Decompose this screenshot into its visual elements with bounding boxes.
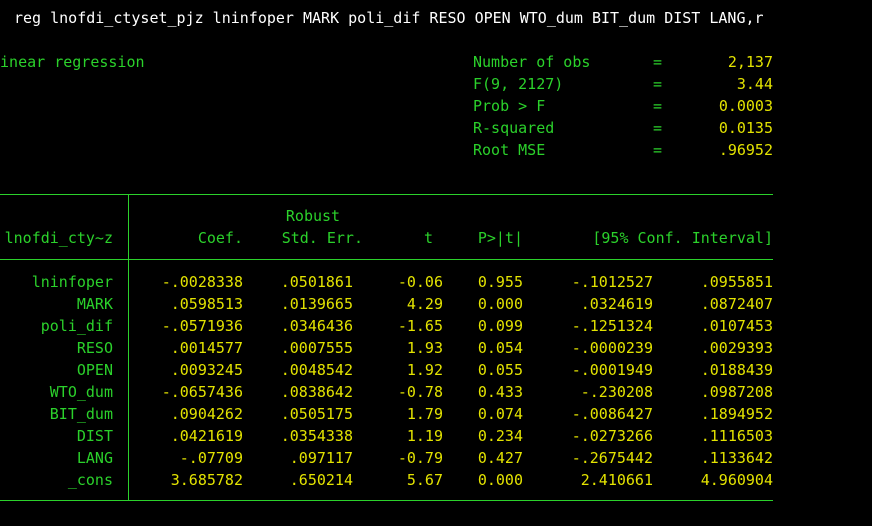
stat-eq: = [653, 97, 663, 115]
row-p: 0.234 [477, 427, 523, 445]
row-variable: RESO [76, 339, 113, 357]
row-p: 0.000 [477, 471, 523, 489]
header-robust: Robust [285, 207, 341, 225]
row-conf-high: .0029393 [700, 339, 773, 357]
stat-eq: = [653, 141, 663, 159]
row-std-err: .0139665 [280, 295, 353, 313]
row-coef: .0904262 [170, 405, 243, 423]
stat-eq: = [653, 53, 663, 71]
row-std-err: .0354338 [280, 427, 353, 445]
stat-value: 3.44 [736, 75, 773, 93]
row-conf-high: .1133642 [700, 449, 773, 467]
row-conf-high: 4.960904 [700, 471, 773, 489]
header-t: t [423, 229, 433, 247]
row-p: 0.054 [477, 339, 523, 357]
row-p: 0.433 [477, 383, 523, 401]
row-conf-low: -.0001949 [571, 361, 653, 379]
row-std-err: .097117 [289, 449, 353, 467]
row-t: 1.93 [406, 339, 443, 357]
stat-value: .96952 [718, 141, 773, 159]
row-variable: MARK [76, 295, 113, 313]
row-std-err: .0501861 [280, 273, 353, 291]
row-p: 0.055 [477, 361, 523, 379]
row-conf-low: -.1251324 [571, 317, 653, 335]
stat-label: Number of obs [473, 53, 591, 71]
regression-title: Linear regression [0, 53, 145, 71]
stat-label: F(9, 2127) [473, 75, 564, 93]
row-conf-low: -.0086427 [571, 405, 653, 423]
row-coef: .0598513 [170, 295, 243, 313]
row-conf-low: -.230208 [580, 383, 653, 401]
row-coef: -.07709 [179, 449, 243, 467]
stat-label: R-squared [473, 119, 555, 137]
row-conf-low: -.0273266 [571, 427, 653, 445]
row-coef: .0014577 [170, 339, 243, 357]
row-variable: OPEN [76, 361, 113, 379]
row-variable: poli_dif [40, 317, 113, 335]
row-t: 1.79 [406, 405, 443, 423]
stat-eq: = [653, 119, 663, 137]
row-conf-low: -.2675442 [571, 449, 653, 467]
table-bottom-rule [0, 500, 773, 501]
stat-label: Root MSE [473, 141, 546, 159]
row-t: -1.65 [397, 317, 443, 335]
row-p: 0.955 [477, 273, 523, 291]
row-conf-low: -.0000239 [571, 339, 653, 357]
row-conf-low: -.1012527 [571, 273, 653, 291]
row-conf-low: 2.410661 [580, 471, 653, 489]
row-t: 1.92 [406, 361, 443, 379]
stat-label: Prob > F [473, 97, 546, 115]
row-variable: WTO_dum [49, 383, 113, 401]
row-p: 0.074 [477, 405, 523, 423]
row-coef: .0093245 [170, 361, 243, 379]
row-conf-high: .0987208 [700, 383, 773, 401]
row-t: -0.06 [397, 273, 443, 291]
row-t: -0.79 [397, 449, 443, 467]
header-depvar: lnofdi_cty~z [4, 229, 113, 247]
stat-value: 2,137 [727, 53, 773, 71]
header-coef: Coef. [197, 229, 243, 247]
row-std-err: .0346436 [280, 317, 353, 335]
row-p: 0.427 [477, 449, 523, 467]
table-top-rule [0, 194, 773, 195]
row-t: -0.78 [397, 383, 443, 401]
row-conf-high: .0107453 [700, 317, 773, 335]
row-coef: 3.685782 [170, 471, 243, 489]
command-line: reg lnofdi_ctyset_pjz lninfoper MARK pol… [14, 9, 764, 27]
row-t: 5.67 [406, 471, 443, 489]
row-variable: LANG [76, 449, 113, 467]
header-std-err: Std. Err. [281, 229, 363, 247]
row-coef: -.0657436 [161, 383, 243, 401]
row-coef: .0421619 [170, 427, 243, 445]
header-p: P>|t| [477, 229, 523, 247]
row-conf-high: .0872407 [700, 295, 773, 313]
row-std-err: .650214 [289, 471, 353, 489]
row-conf-high: .1116503 [700, 427, 773, 445]
row-p: 0.000 [477, 295, 523, 313]
stat-eq: = [653, 75, 663, 93]
row-variable: _cons [67, 471, 113, 489]
header-conf-interval: [95% Conf. Interval] [592, 229, 773, 247]
row-std-err: .0838642 [280, 383, 353, 401]
row-variable: lninfoper [31, 273, 113, 291]
row-variable: BIT_dum [49, 405, 113, 423]
row-coef: -.0028338 [161, 273, 243, 291]
row-coef: -.0571936 [161, 317, 243, 335]
row-std-err: .0505175 [280, 405, 353, 423]
row-std-err: .0007555 [280, 339, 353, 357]
row-variable: DIST [76, 427, 113, 445]
row-p: 0.099 [477, 317, 523, 335]
row-conf-high: .0955851 [700, 273, 773, 291]
row-conf-low: .0324619 [580, 295, 653, 313]
table-column-divider [128, 194, 129, 500]
row-t: 4.29 [406, 295, 443, 313]
row-conf-high: .0188439 [700, 361, 773, 379]
table-header-rule [0, 259, 773, 260]
stat-value: 0.0135 [718, 119, 773, 137]
row-conf-high: .1894952 [700, 405, 773, 423]
row-t: 1.19 [406, 427, 443, 445]
stat-value: 0.0003 [718, 97, 773, 115]
row-std-err: .0048542 [280, 361, 353, 379]
